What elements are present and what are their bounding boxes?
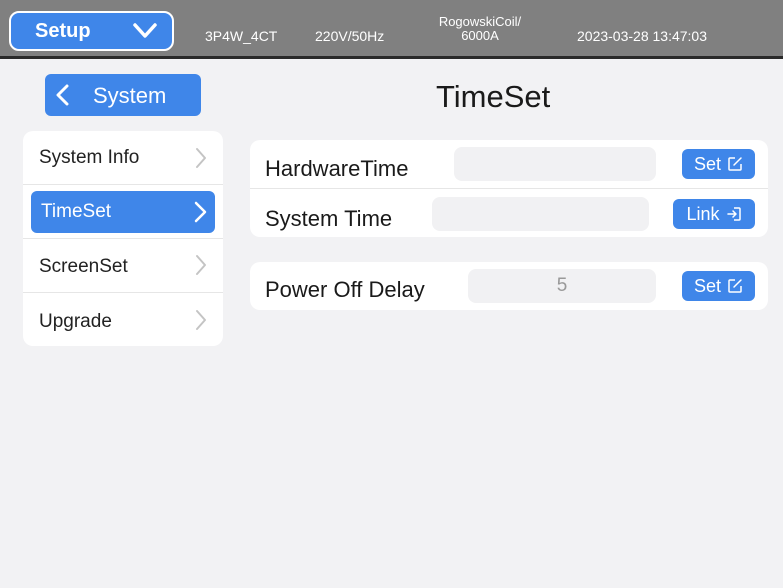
set-button-label: Set [693,153,722,174]
back-label: System [93,83,167,108]
page-title: TimeSet [436,79,551,114]
setup-label: Setup [35,19,91,42]
divider [23,184,223,185]
header-divider [0,56,783,59]
chevron-right-icon [196,255,206,275]
sidebar: System Info ScreenSet Upgrade [23,131,223,346]
set-button-label: Set [693,275,722,296]
sidebar-item-label: TimeSet [41,201,112,222]
chevron-down-icon [133,23,157,38]
system-time-field[interactable] [432,197,649,231]
sidebar-item-label: System Info [39,147,140,168]
ct-type-line2: 6000A [461,28,499,43]
hardware-time-set-button[interactable]: Set [682,149,755,179]
back-button[interactable]: System [45,74,201,116]
chevron-right-icon [196,148,206,168]
edit-icon [728,157,742,171]
hardware-time-field[interactable] [454,147,656,181]
power-off-delay-label: Power Off Delay [265,277,425,302]
power-off-delay-set-button[interactable]: Set [682,271,755,301]
system-time-label: System Time [265,206,393,231]
sidebar-item-label: Upgrade [39,311,112,332]
time-settings-card: HardwareTime Set System Time Link [250,140,768,237]
divider [250,188,768,189]
sidebar-item-upgrade[interactable]: Upgrade [23,293,223,346]
link-button-label: Link [686,203,720,224]
ct-type: RogowskiCoil/ 6000A [425,15,535,43]
sidebar-item-system-info[interactable]: System Info [23,131,223,184]
setup-menu-button[interactable]: Setup [9,11,174,51]
link-arrow-icon [726,207,741,221]
edit-icon [728,279,742,293]
system-time-link-button[interactable]: Link [673,199,755,229]
power-off-delay-field[interactable]: 5 [468,269,656,303]
chevron-left-icon [56,84,69,106]
voltage-frequency: 220V/50Hz [315,28,385,44]
sidebar-item-screenset[interactable]: ScreenSet [23,239,223,292]
chevron-right-icon [194,201,207,223]
wiring-mode: 3P4W_4CT [205,28,278,44]
status-bar: Setup 3P4W_4CT 220V/50Hz RogowskiCoil/ 6… [0,0,783,58]
sidebar-item-timeset[interactable]: TimeSet [31,191,215,233]
ct-type-line1: RogowskiCoil/ [438,14,522,29]
datetime: 2023-03-28 13:47:03 [577,28,707,44]
chevron-right-icon [196,310,206,330]
sidebar-item-label: ScreenSet [39,256,128,277]
power-off-card: Power Off Delay 5 Set [250,262,768,310]
hardware-time-label: HardwareTime [265,156,409,181]
